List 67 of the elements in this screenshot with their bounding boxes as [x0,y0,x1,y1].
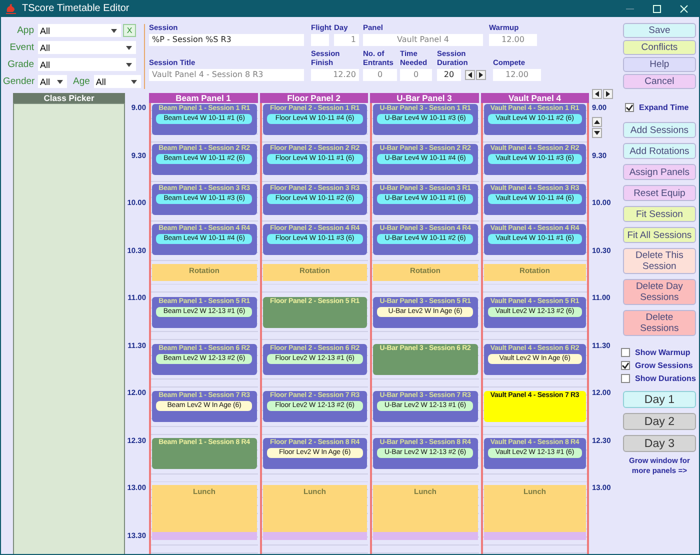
input-field[interactable]: %P - Session %S R3 [149,34,304,46]
filter-label: Event [8,42,34,53]
checkbox[interactable] [621,361,630,370]
right-arrow-icon [606,91,610,97]
maximize-icon[interactable] [652,4,662,14]
action-button[interactable]: Add Sessions [623,122,696,138]
app-icon [5,3,17,14]
left-arrow-icon [468,72,472,78]
action-button[interactable]: Assign Panels [623,164,696,180]
action-button[interactable]: Delete Sessions [623,310,696,336]
scroll-down-button[interactable] [592,128,602,138]
day-tab[interactable]: Day 1 [623,391,696,408]
filter-label: Age [73,76,90,87]
action-button[interactable]: Delete Day Sessions [623,279,696,305]
day-tab[interactable]: Day 3 [623,435,696,452]
filter-dropdown[interactable]: All [38,75,67,88]
clear-button[interactable]: X [123,24,136,37]
action-button[interactable]: Delete This Session [623,248,696,274]
window-title: TScore Timetable Editor [22,3,130,14]
action-button[interactable]: Help [623,57,696,72]
panel-header: Beam Panel 1 [149,93,258,103]
action-button[interactable]: Fit All Sessions [623,227,696,243]
checkbox[interactable] [625,103,634,112]
check-icon [626,104,633,111]
checkbox-label: Show Durations [635,374,696,383]
action-button[interactable]: Save [623,23,696,38]
panel-header: U-Bar Panel 3 [370,93,478,103]
filter-dropdown[interactable]: All [38,24,121,37]
action-button[interactable]: Reset Equip [623,185,696,201]
panel-header: Vault Panel 4 [480,93,589,103]
increment-button[interactable] [476,70,486,80]
action-button[interactable]: Cancel [623,74,696,89]
close-icon[interactable] [679,4,689,14]
caret-icon [57,80,63,84]
scroll-left-button[interactable] [592,89,602,99]
filter-label: Grade [6,59,34,70]
class-picker-header: Class Picker [13,93,125,103]
filter-dropdown[interactable]: All [94,75,141,88]
check-icon [622,362,629,369]
action-button[interactable]: Fit Session [623,206,696,222]
checkbox[interactable] [621,374,630,383]
day-tab[interactable]: Day 2 [623,413,696,430]
filter-dropdown[interactable]: All [38,58,136,71]
filter-dropdown[interactable]: All [38,41,136,54]
right-arrow-icon [479,72,483,78]
filter-label: Gender [3,76,34,87]
decrement-button[interactable] [465,70,475,80]
checkbox[interactable] [621,348,630,357]
checkbox-label: Expand Time [639,103,689,112]
caret-icon [126,62,132,66]
scroll-up-button[interactable] [592,117,602,127]
checkbox-label: Grow Sessions [635,361,693,370]
down-arrow-icon [594,131,600,135]
checkbox-label: Show Warmup [635,348,690,357]
input-field[interactable]: 20 [437,69,461,81]
up-arrow-icon [594,120,600,124]
caret-icon [126,46,132,50]
action-button[interactable]: Conflicts [623,40,696,55]
class-picker-list[interactable] [13,103,125,554]
filter-label: App [16,25,34,36]
caret-icon [111,28,117,32]
input-field[interactable] [311,34,329,46]
caret-icon [130,80,137,84]
scroll-right-button[interactable] [603,89,613,99]
action-button[interactable]: Add Rotations [623,143,696,159]
panel-header: Floor Panel 2 [260,93,368,103]
left-arrow-icon [595,91,599,97]
